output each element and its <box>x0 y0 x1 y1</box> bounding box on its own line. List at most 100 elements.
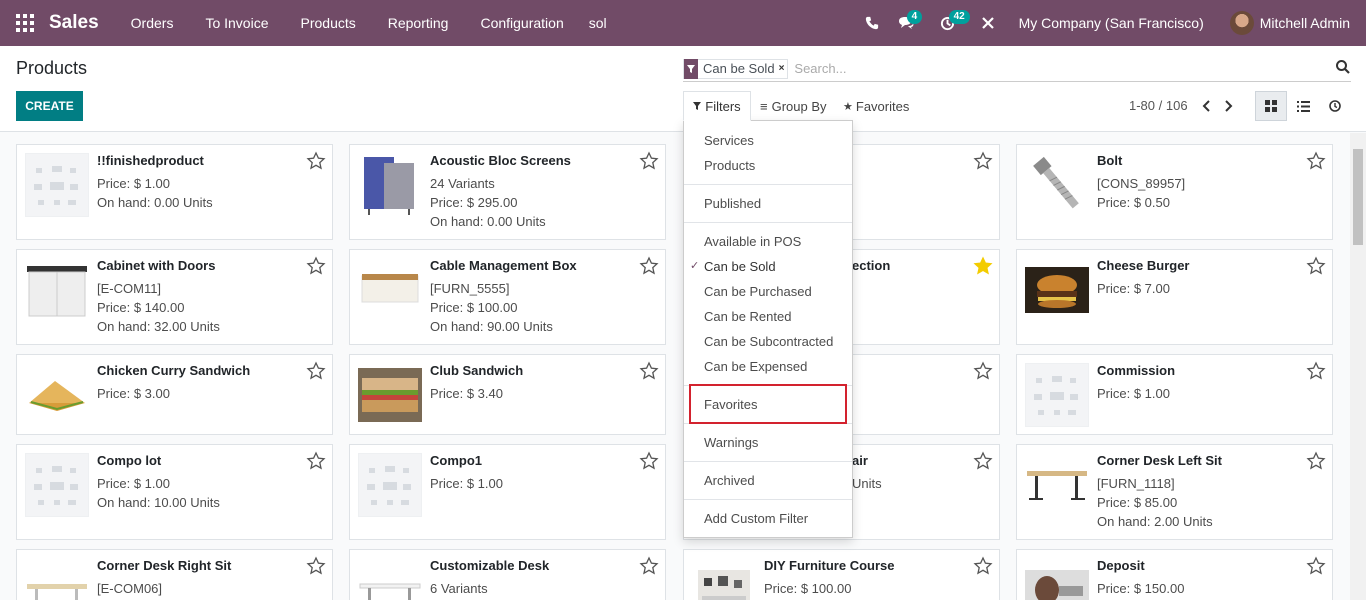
search-icon[interactable] <box>1335 59 1351 75</box>
control-panel: Products CREATE Can be Sold × Filters ≡ … <box>0 46 1366 132</box>
product-detail: [E-COM06] <box>97 581 163 596</box>
filter-published[interactable]: Published <box>684 191 852 216</box>
product-thumbnail <box>358 558 422 600</box>
star-outline-icon[interactable] <box>306 256 326 276</box>
filter-can-be-sold[interactable]: Can be Sold <box>684 254 852 279</box>
product-card[interactable]: Customizable Desk 6 Variants <box>349 549 666 600</box>
kanban-view-icon[interactable] <box>1255 91 1287 121</box>
phone-icon[interactable] <box>855 0 889 46</box>
product-card[interactable]: Cheese Burger Price: $ 7.00 <box>1016 249 1333 345</box>
menu-configuration[interactable]: Configuration <box>464 0 579 46</box>
star-outline-icon[interactable] <box>973 361 993 381</box>
debug-tools-icon[interactable] <box>971 0 1005 46</box>
product-card[interactable]: Acoustic Bloc Screens 24 Variants Price: $… <box>349 144 666 240</box>
product-card[interactable]: Chicken Curry Sandwich Price: $ 3.00 <box>16 354 333 435</box>
product-detail: Price: $ 0.50 <box>1097 195 1170 210</box>
user-menu[interactable]: Mitchell Admin <box>1260 15 1350 31</box>
filter-archived[interactable]: Archived <box>684 468 852 493</box>
facet-remove-icon[interactable]: × <box>779 63 788 74</box>
product-name: Acoustic Bloc Screens <box>430 153 571 168</box>
star-outline-icon[interactable] <box>973 556 993 576</box>
product-thumbnail <box>25 558 89 600</box>
product-card[interactable]: Deposit Price: $ 150.00 <box>1016 549 1333 600</box>
filter-warnings[interactable]: Warnings <box>684 430 852 455</box>
filter-services[interactable]: Services <box>684 128 852 153</box>
filter-can-be-purchased[interactable]: Can be Purchased <box>684 279 852 304</box>
filter-available-in-pos[interactable]: Available in POS <box>684 229 852 254</box>
menu-reporting[interactable]: Reporting <box>372 0 465 46</box>
product-detail: Price: $ 1.00 <box>430 476 503 491</box>
app-name[interactable]: Sales <box>49 12 99 34</box>
product-card[interactable]: DIY Furniture Course Price: $ 100.00 <box>683 549 1000 600</box>
star-outline-icon[interactable] <box>1306 151 1326 171</box>
filter-can-be-rented[interactable]: Can be Rented <box>684 304 852 329</box>
star-outline-icon[interactable] <box>973 151 993 171</box>
star-outline-icon[interactable] <box>306 451 326 471</box>
filter-icon <box>684 58 698 79</box>
star-outline-icon[interactable] <box>639 556 659 576</box>
product-card[interactable]: Compo1 Price: $ 1.00 <box>349 444 666 540</box>
product-detail: Units <box>852 476 882 491</box>
card-body: air Units <box>852 453 969 493</box>
user-avatar[interactable] <box>1229 11 1254 35</box>
product-thumbnail <box>25 363 89 427</box>
product-card[interactable]: Cabinet with Doors [E-COM11] Price: $ 140.… <box>16 249 333 345</box>
product-card[interactable]: !!finishedproduct Price: $ 1.00 On hand: 0… <box>16 144 333 240</box>
filters-button[interactable]: Filters <box>683 91 751 121</box>
star-outline-icon[interactable] <box>639 151 659 171</box>
product-name: Cabinet with Doors <box>97 258 216 273</box>
product-detail: On hand: 2.00 Units <box>1097 514 1213 529</box>
product-name: Corner Desk Right Sit <box>97 558 232 573</box>
star-outline-icon[interactable] <box>306 556 326 576</box>
add-custom-filter[interactable]: Add Custom Filter <box>684 506 852 531</box>
menu-orders[interactable]: Orders <box>115 0 190 46</box>
card-body <box>852 363 969 368</box>
product-card[interactable]: Club Sandwich Price: $ 3.40 <box>349 354 666 435</box>
star-outline-icon[interactable] <box>973 451 993 471</box>
menu-to-invoice[interactable]: To Invoice <box>189 0 284 46</box>
product-card[interactable]: Cable Management Box [FURN_5555] Price: $ … <box>349 249 666 345</box>
filters-label: Filters <box>705 98 741 114</box>
search-input[interactable] <box>794 61 1315 76</box>
create-button[interactable]: CREATE <box>16 91 83 121</box>
product-card[interactable]: Corner Desk Right Sit [E-COM06] <box>16 549 333 600</box>
star-outline-icon[interactable] <box>306 361 326 381</box>
chevron-left-icon[interactable] <box>1200 98 1214 114</box>
list-view-icon[interactable] <box>1287 91 1319 121</box>
product-thumbnail <box>1025 153 1089 217</box>
product-image <box>364 157 414 215</box>
product-name: Commission <box>1097 363 1176 378</box>
filter-products[interactable]: Products <box>684 153 852 178</box>
star-filled-icon[interactable] <box>973 256 993 276</box>
star-outline-icon[interactable] <box>1306 556 1326 576</box>
star-outline-icon[interactable] <box>639 256 659 276</box>
scrollbar[interactable] <box>1350 133 1366 600</box>
star-outline-icon[interactable] <box>306 151 326 171</box>
group-by-button[interactable]: ≡ Group By <box>760 91 827 121</box>
product-card[interactable]: Commission Price: $ 1.00 <box>1016 354 1333 435</box>
star-outline-icon[interactable] <box>1306 256 1326 276</box>
menu-products[interactable]: Products <box>285 0 372 46</box>
product-card[interactable]: Bolt [CONS_89957] Price: $ 0.50 <box>1016 144 1333 240</box>
chevron-right-icon[interactable] <box>1221 98 1235 114</box>
activities-icon[interactable]: 42 <box>931 0 970 46</box>
product-card[interactable]: Corner Desk Left Sit [FURN_1118] Price: $ … <box>1016 444 1333 540</box>
activity-view-icon[interactable] <box>1319 91 1351 121</box>
product-image <box>1027 471 1087 500</box>
kanban-view: !!finishedproduct Price: $ 1.00 On hand: 0… <box>0 133 1350 600</box>
menu-sol[interactable]: sol <box>580 0 623 46</box>
scrollbar-thumb[interactable] <box>1353 149 1363 245</box>
star-outline-icon[interactable] <box>1306 451 1326 471</box>
filter-can-be-subcontracted[interactable]: Can be Subcontracted <box>684 329 852 354</box>
favorites-button[interactable]: ★ Favorites <box>843 91 909 121</box>
star-outline-icon[interactable] <box>639 451 659 471</box>
star-outline-icon[interactable] <box>1306 361 1326 381</box>
product-thumbnail <box>1025 363 1089 427</box>
company-switcher[interactable]: My Company (San Francisco) <box>1019 15 1204 31</box>
apps-menu-icon[interactable] <box>16 14 34 32</box>
filter-can-be-expensed[interactable]: Can be Expensed <box>684 354 852 379</box>
star-outline-icon[interactable] <box>639 361 659 381</box>
product-card[interactable]: Compo lot Price: $ 1.00 On hand: 10.00 Uni… <box>16 444 333 540</box>
pager-value[interactable]: 1-80 / 106 <box>1129 98 1188 113</box>
messages-icon[interactable]: 4 <box>889 0 923 46</box>
